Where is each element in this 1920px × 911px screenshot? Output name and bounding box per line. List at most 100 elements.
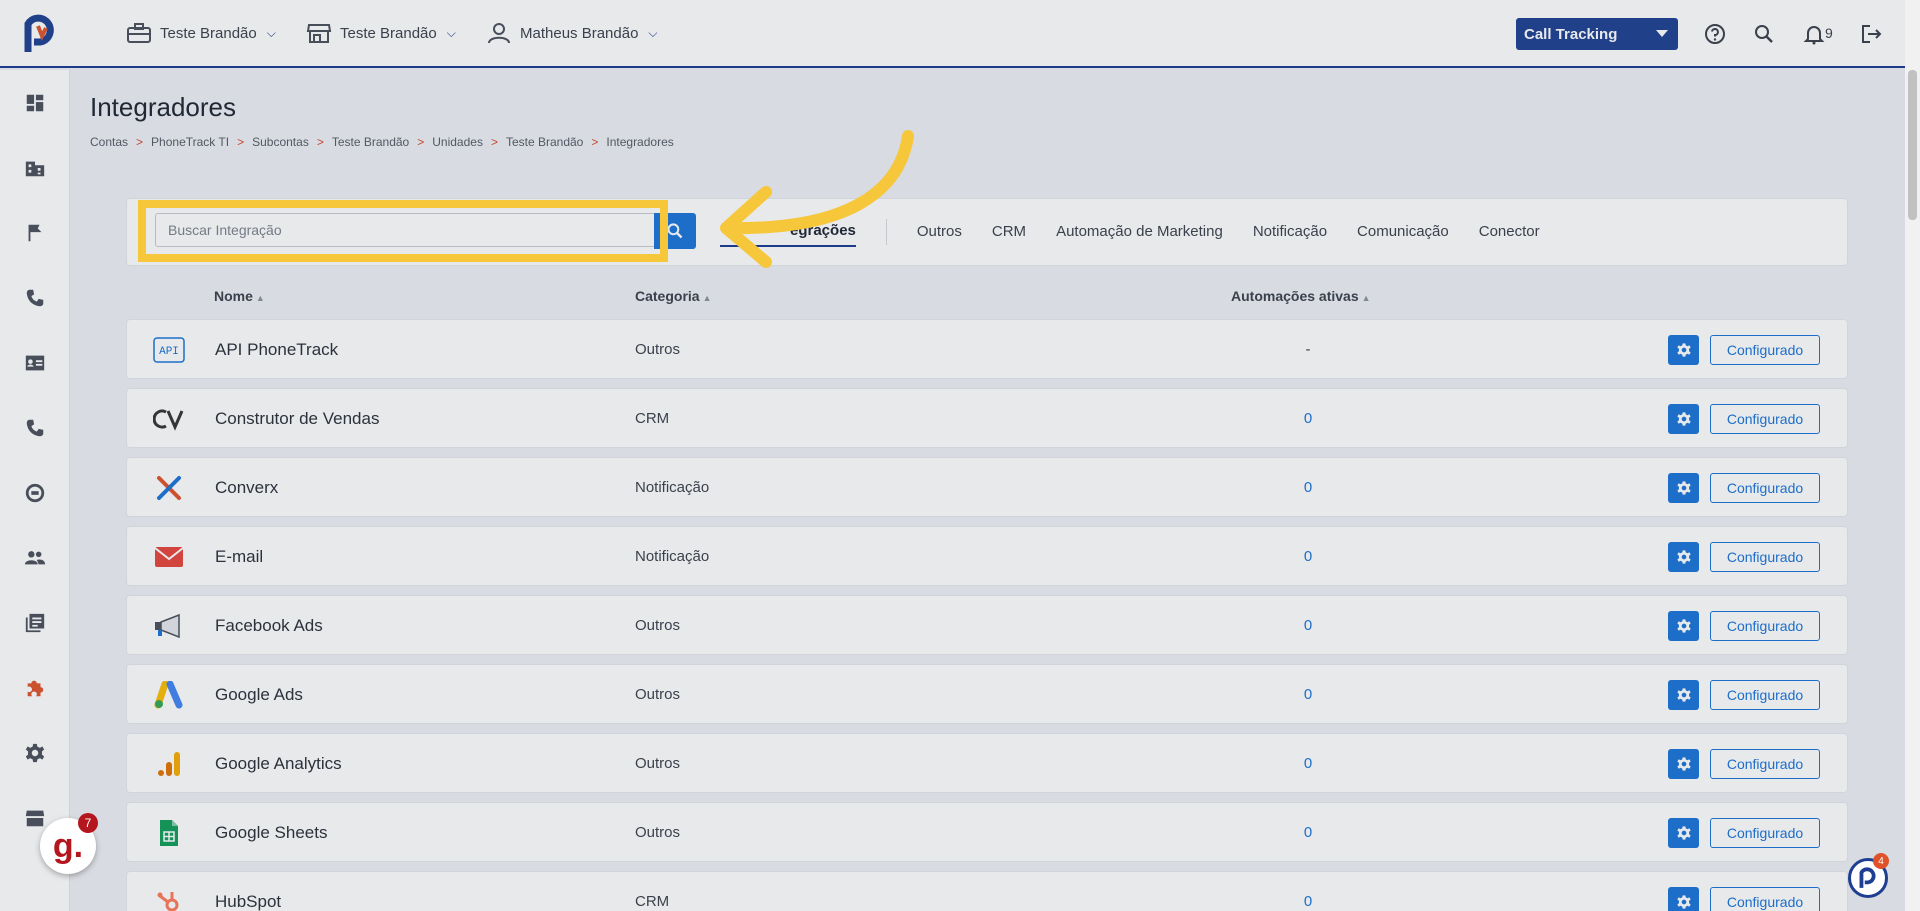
help-icon[interactable] [1701,20,1729,48]
megaphone-icon [153,611,185,641]
sidebar [0,70,70,911]
settings-button[interactable] [1668,542,1699,572]
breadcrumb-item[interactable]: Teste Brandão [506,135,583,149]
product-selector[interactable]: Call Tracking [1516,18,1678,50]
column-header-category[interactable]: Categoria ▲ [635,288,712,304]
scrollbar-thumb[interactable] [1908,70,1917,220]
breadcrumb-item[interactable]: Unidades [432,135,483,149]
settings-button[interactable] [1668,680,1699,710]
configured-button[interactable]: Configurado [1710,749,1820,779]
speed-dial-icon[interactable] [22,480,48,506]
integration-category: Notificação [635,548,710,565]
active-automations[interactable]: 0 [1298,548,1318,565]
column-header-automations[interactable]: Automações ativas ▲ [1231,288,1371,304]
phonetrack-logo-icon [1859,867,1876,888]
api-icon: API [153,335,185,365]
breadcrumb-item[interactable]: PhoneTrack TI [151,135,229,149]
integration-category: CRM [635,410,670,427]
breadcrumb-separator: > [490,135,498,149]
settings-icon[interactable] [22,740,48,766]
search-button[interactable] [654,213,696,249]
table-row: Converx Notificação 0 Configurado [126,457,1848,517]
gear-icon [1676,826,1691,840]
building-icon[interactable] [22,155,48,181]
settings-button[interactable] [1668,335,1699,365]
table-row: Google Sheets Outros 0 Configurado [126,802,1848,862]
column-header-name[interactable]: Nome ▲ [214,288,265,304]
active-automations[interactable]: 0 [1298,755,1318,772]
contact-card-icon[interactable] [22,350,48,376]
configured-button[interactable]: Configurado [1710,404,1820,434]
sort-icon: ▲ [1361,293,1371,303]
configured-button[interactable]: Configurado [1710,887,1820,911]
active-automations: - [1305,341,1311,358]
configured-button[interactable]: Configurado [1710,818,1820,848]
tab-comunicacao[interactable]: Comunicação [1357,223,1449,246]
breadcrumb-item[interactable]: Teste Brandão [332,135,409,149]
active-automations[interactable]: 0 [1298,893,1318,910]
converx-logo-icon [153,473,185,503]
table-row: Google Analytics Outros 0 Configurado [126,733,1848,793]
chevron-down-icon: ⌵ [446,25,456,40]
active-automations[interactable]: 0 [1298,410,1318,427]
configured-button[interactable]: Configurado [1710,611,1820,641]
table-row: E-mail Notificação 0 Configurado [126,526,1848,586]
active-automations[interactable]: 0 [1298,686,1318,703]
user-menu[interactable]: Matheus Brandão ⌵ [486,22,658,44]
active-automations[interactable]: 0 [1298,479,1318,496]
table-row: API API PhoneTrack Outros - Configurado [126,319,1848,379]
product-selector-label: Call Tracking [1524,25,1618,43]
configured-button[interactable]: Configurado [1710,473,1820,503]
tab-conector[interactable]: Conector [1479,223,1540,246]
configured-button[interactable]: Configurado [1710,542,1820,572]
tab-integracoes[interactable]: egrações [720,222,856,247]
bell-icon[interactable] [1800,20,1828,48]
active-automations[interactable]: 0 [1298,617,1318,634]
phone-icon[interactable] [22,285,48,311]
breadcrumb-separator: > [136,135,144,149]
account-menu[interactable]: Teste Brandão ⌵ [126,22,276,44]
gear-icon [1676,550,1691,564]
flag-icon[interactable] [22,220,48,246]
search-icon[interactable] [1750,20,1778,48]
tab-divider [885,218,887,245]
integration-name: Google Sheets [215,823,328,842]
chevron-down-icon: ⌵ [648,25,658,40]
breadcrumb-separator: > [591,135,599,149]
puzzle-icon[interactable] [22,675,48,701]
settings-button[interactable] [1668,473,1699,503]
phone-call-icon[interactable] [22,415,48,441]
phonetrack-logo[interactable] [20,12,60,56]
caret-down-icon [1656,30,1668,37]
integration-name: Converx [215,478,279,497]
breadcrumb-item[interactable]: Subcontas [252,135,309,149]
people-icon[interactable] [22,545,48,571]
settings-button[interactable] [1668,749,1699,779]
dashboard-icon[interactable] [22,90,48,116]
configured-button[interactable]: Configurado [1710,335,1820,365]
logout-icon[interactable] [1857,20,1885,48]
store-sidebar-icon[interactable] [22,805,48,831]
tab-notificacao[interactable]: Notificação [1253,223,1327,246]
configured-button[interactable]: Configurado [1710,680,1820,710]
breadcrumb-item[interactable]: Contas [90,135,128,149]
unit-menu[interactable]: Teste Brandão ⌵ [306,22,456,44]
integration-name: HubSpot [215,892,282,911]
table-row: HubSpot CRM 0 Configurado [126,871,1848,911]
svg-text:API: API [159,346,179,358]
settings-button[interactable] [1668,887,1699,911]
integration-name: Facebook Ads [215,616,323,635]
settings-button[interactable] [1668,611,1699,641]
active-automations[interactable]: 0 [1298,824,1318,841]
settings-button[interactable] [1668,818,1699,848]
search-input[interactable] [155,213,657,247]
tab-outros[interactable]: Outros [917,223,962,246]
gear-icon [1676,688,1691,702]
library-icon[interactable] [22,610,48,636]
tab-crm[interactable]: CRM [992,223,1026,246]
search-icon [667,223,683,239]
gear-icon [1676,343,1691,357]
integration-category: Outros [635,755,681,772]
settings-button[interactable] [1668,404,1699,434]
tab-automacao-marketing[interactable]: Automação de Marketing [1056,223,1223,246]
